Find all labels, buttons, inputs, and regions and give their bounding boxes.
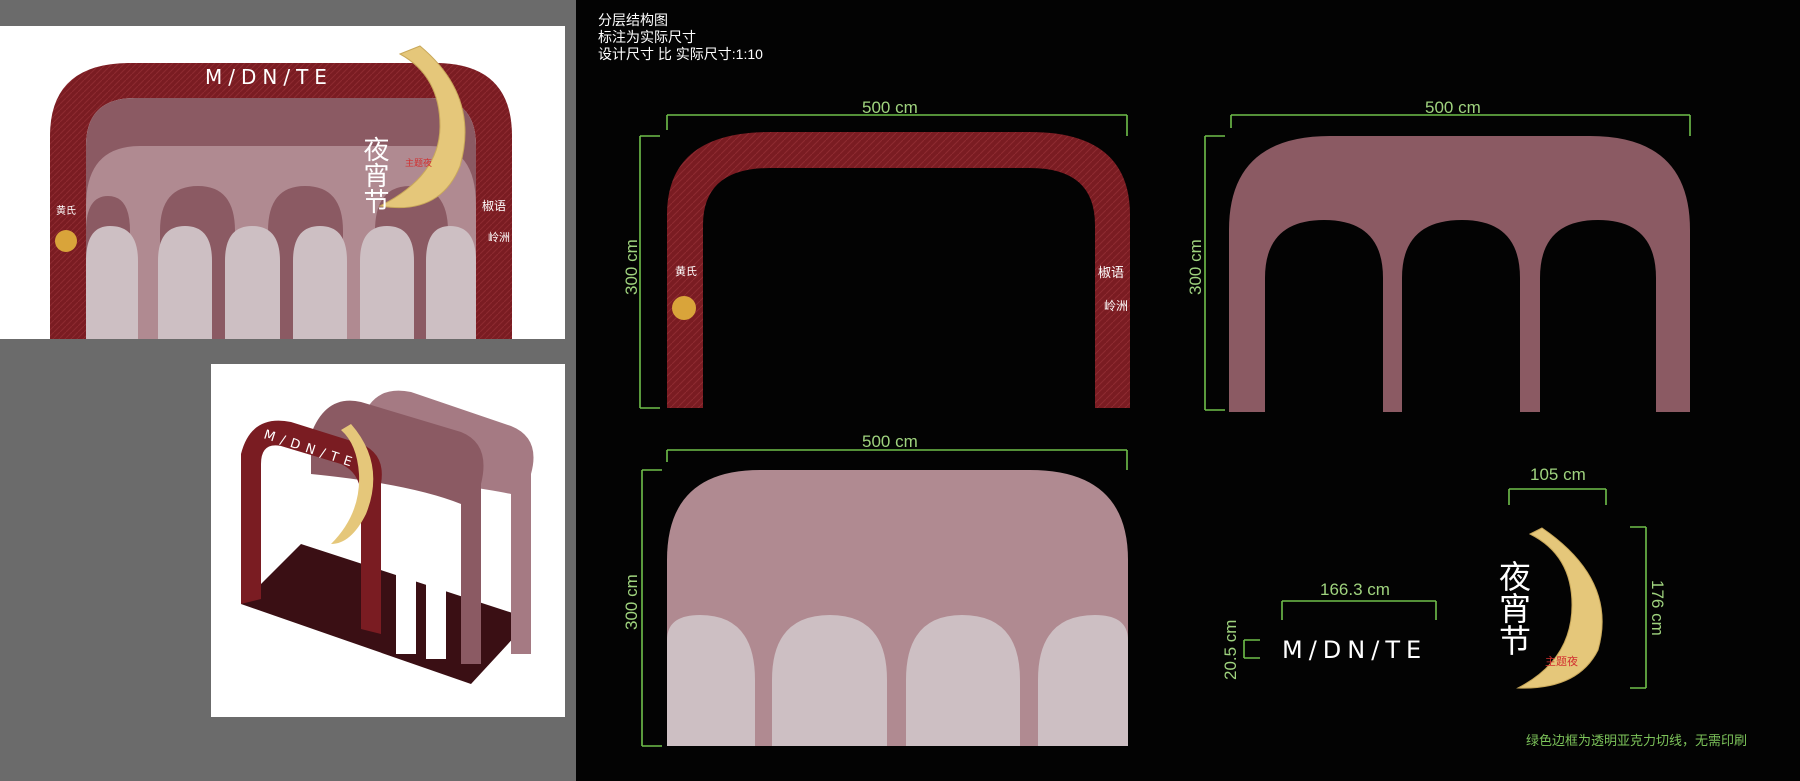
layer2-height-label: 300 cm bbox=[1186, 239, 1205, 295]
layer2-mauve-arch bbox=[1229, 136, 1690, 412]
moon-width-label: 105 cm bbox=[1530, 465, 1586, 484]
layer2-width-label: 500 cm bbox=[1425, 98, 1481, 117]
logo-height-dim bbox=[1243, 639, 1260, 659]
moon-height-dim bbox=[1630, 526, 1647, 689]
layer1-height-label: 300 cm bbox=[622, 239, 641, 295]
layer3-width-label: 500 cm bbox=[862, 432, 918, 451]
layer1-width-label: 500 cm bbox=[862, 98, 918, 117]
footnote: 绿色边框为透明亚克力切线，无需印刷 bbox=[1526, 733, 1748, 748]
layer1-side-right-1: 椒语 bbox=[1098, 265, 1124, 280]
logo-height-label: 20.5 cm bbox=[1221, 620, 1240, 680]
moon-cutout-title: 夜宵节 bbox=[1495, 560, 1531, 656]
logo-width-label: 166.3 cm bbox=[1320, 580, 1390, 599]
layer2-height-dim bbox=[1204, 135, 1225, 411]
layer1-badge-icon bbox=[672, 296, 696, 320]
layer3-width-dim bbox=[666, 449, 1128, 470]
layer1-side-left: 黄氏 bbox=[675, 264, 697, 278]
layer1-red-arch bbox=[667, 132, 1130, 408]
layer2-width-dim bbox=[1230, 114, 1691, 136]
layer1-height-dim bbox=[639, 135, 660, 409]
layer3-height-label: 300 cm bbox=[622, 574, 641, 630]
logo-cutout: M/DN/TE bbox=[1282, 636, 1427, 664]
layered-structure-drawing: 黄氏 椒语 岭洲 500 cm 300 cm 500 cm 300 cm 500… bbox=[622, 98, 1691, 747]
layer1-side-right-2: 岭洲 bbox=[1104, 299, 1128, 313]
moon-cutout-subtitle: 主题夜 bbox=[1545, 654, 1578, 668]
moon-height-label: 176 cm bbox=[1648, 580, 1667, 636]
moon-width-dim bbox=[1508, 488, 1607, 505]
layer3-height-dim bbox=[641, 469, 662, 747]
logo-width-dim bbox=[1281, 600, 1437, 620]
